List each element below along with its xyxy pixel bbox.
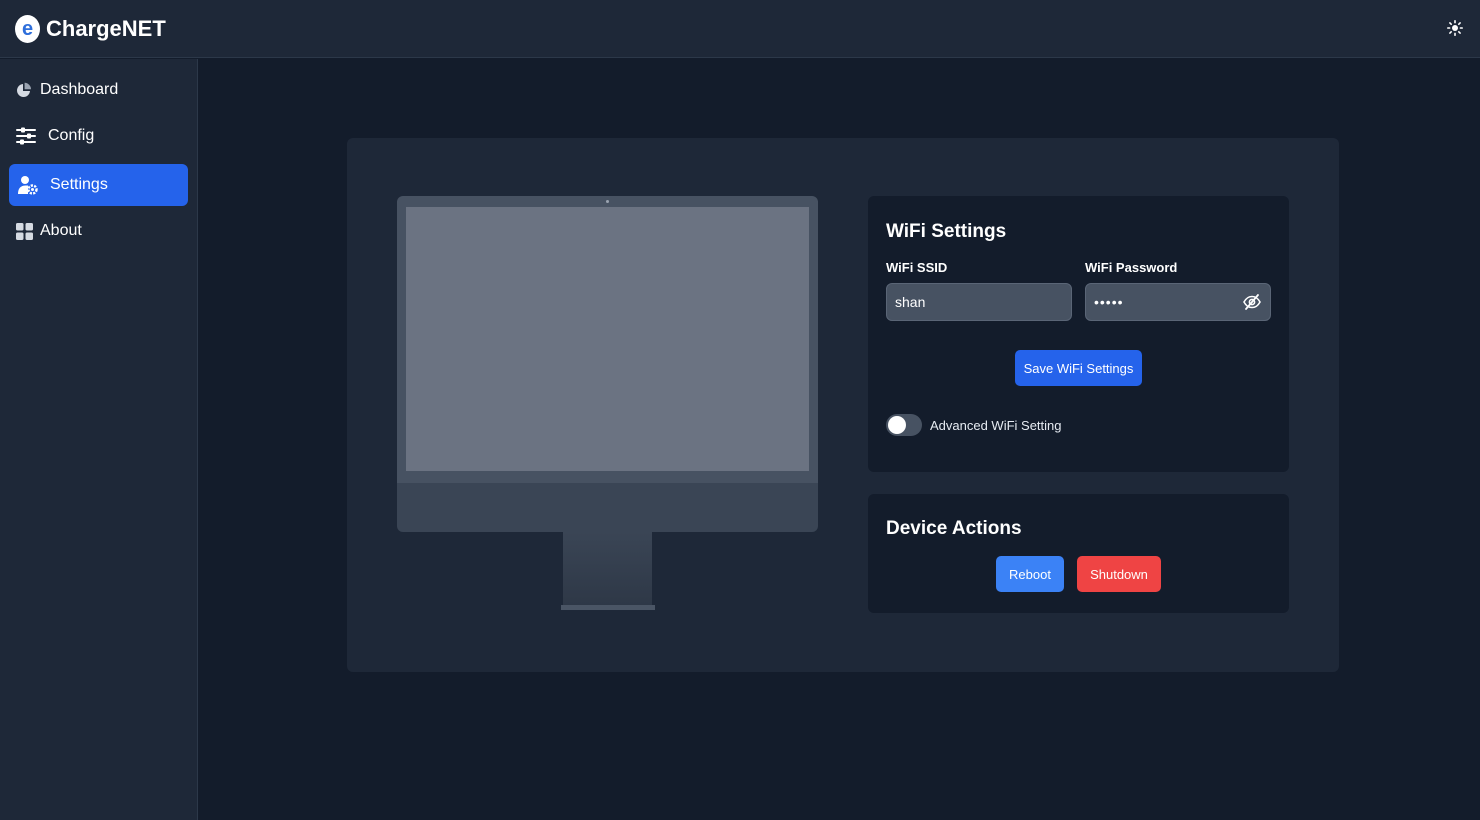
wifi-ssid-input[interactable] — [886, 283, 1072, 321]
sidebar-item-label: About — [40, 222, 82, 239]
monitor-screen — [406, 207, 809, 471]
device-actions-panel: Device Actions Reboot Shutdown — [868, 494, 1289, 613]
sidebar-item-settings[interactable]: Settings — [9, 164, 188, 206]
sidebar-item-label: Dashboard — [40, 81, 119, 98]
eye-slash-icon[interactable] — [1241, 291, 1263, 313]
sidebar-item-about[interactable]: About — [9, 210, 188, 252]
sidebar-item-label: Config — [48, 127, 95, 144]
monitor-stand — [563, 532, 652, 606]
sun-icon[interactable] — [1444, 17, 1466, 39]
toggle-knob — [888, 416, 906, 434]
pie-chart-icon — [13, 79, 35, 101]
grid-icon — [13, 220, 35, 242]
monitor-illustration — [397, 196, 818, 483]
monitor-base — [561, 605, 655, 610]
sidebar-item-config[interactable]: Config — [9, 115, 188, 157]
sidebar-item-label: Settings — [50, 176, 108, 193]
wifi-ssid-label: WiFi SSID — [886, 260, 948, 275]
advanced-wifi-label: Advanced WiFi Setting — [930, 418, 1062, 433]
shutdown-button[interactable]: Shutdown — [1077, 556, 1161, 592]
brand[interactable]: e ChargeNET — [15, 14, 166, 43]
wifi-settings-title: WiFi Settings — [886, 221, 1007, 242]
top-bar: e ChargeNET — [0, 0, 1480, 58]
save-wifi-settings-button[interactable]: Save WiFi Settings — [1015, 350, 1142, 386]
wifi-settings-panel: WiFi Settings WiFi SSID WiFi Password Sa… — [868, 196, 1289, 472]
monitor-chin — [397, 483, 818, 532]
reboot-button[interactable]: Reboot — [996, 556, 1064, 592]
sliders-icon — [15, 125, 37, 147]
device-actions-title: Device Actions — [886, 518, 1022, 539]
monitor-camera — [606, 200, 609, 203]
wifi-password-label: WiFi Password — [1085, 260, 1178, 275]
chargenet-logo: e — [15, 14, 40, 43]
sidebar: Dashboard Config Settings About — [0, 59, 198, 820]
brand-name: ChargeNET — [46, 15, 166, 41]
advanced-wifi-toggle[interactable] — [886, 414, 922, 436]
user-gear-icon — [17, 174, 39, 196]
sidebar-item-dashboard[interactable]: Dashboard — [9, 69, 188, 111]
